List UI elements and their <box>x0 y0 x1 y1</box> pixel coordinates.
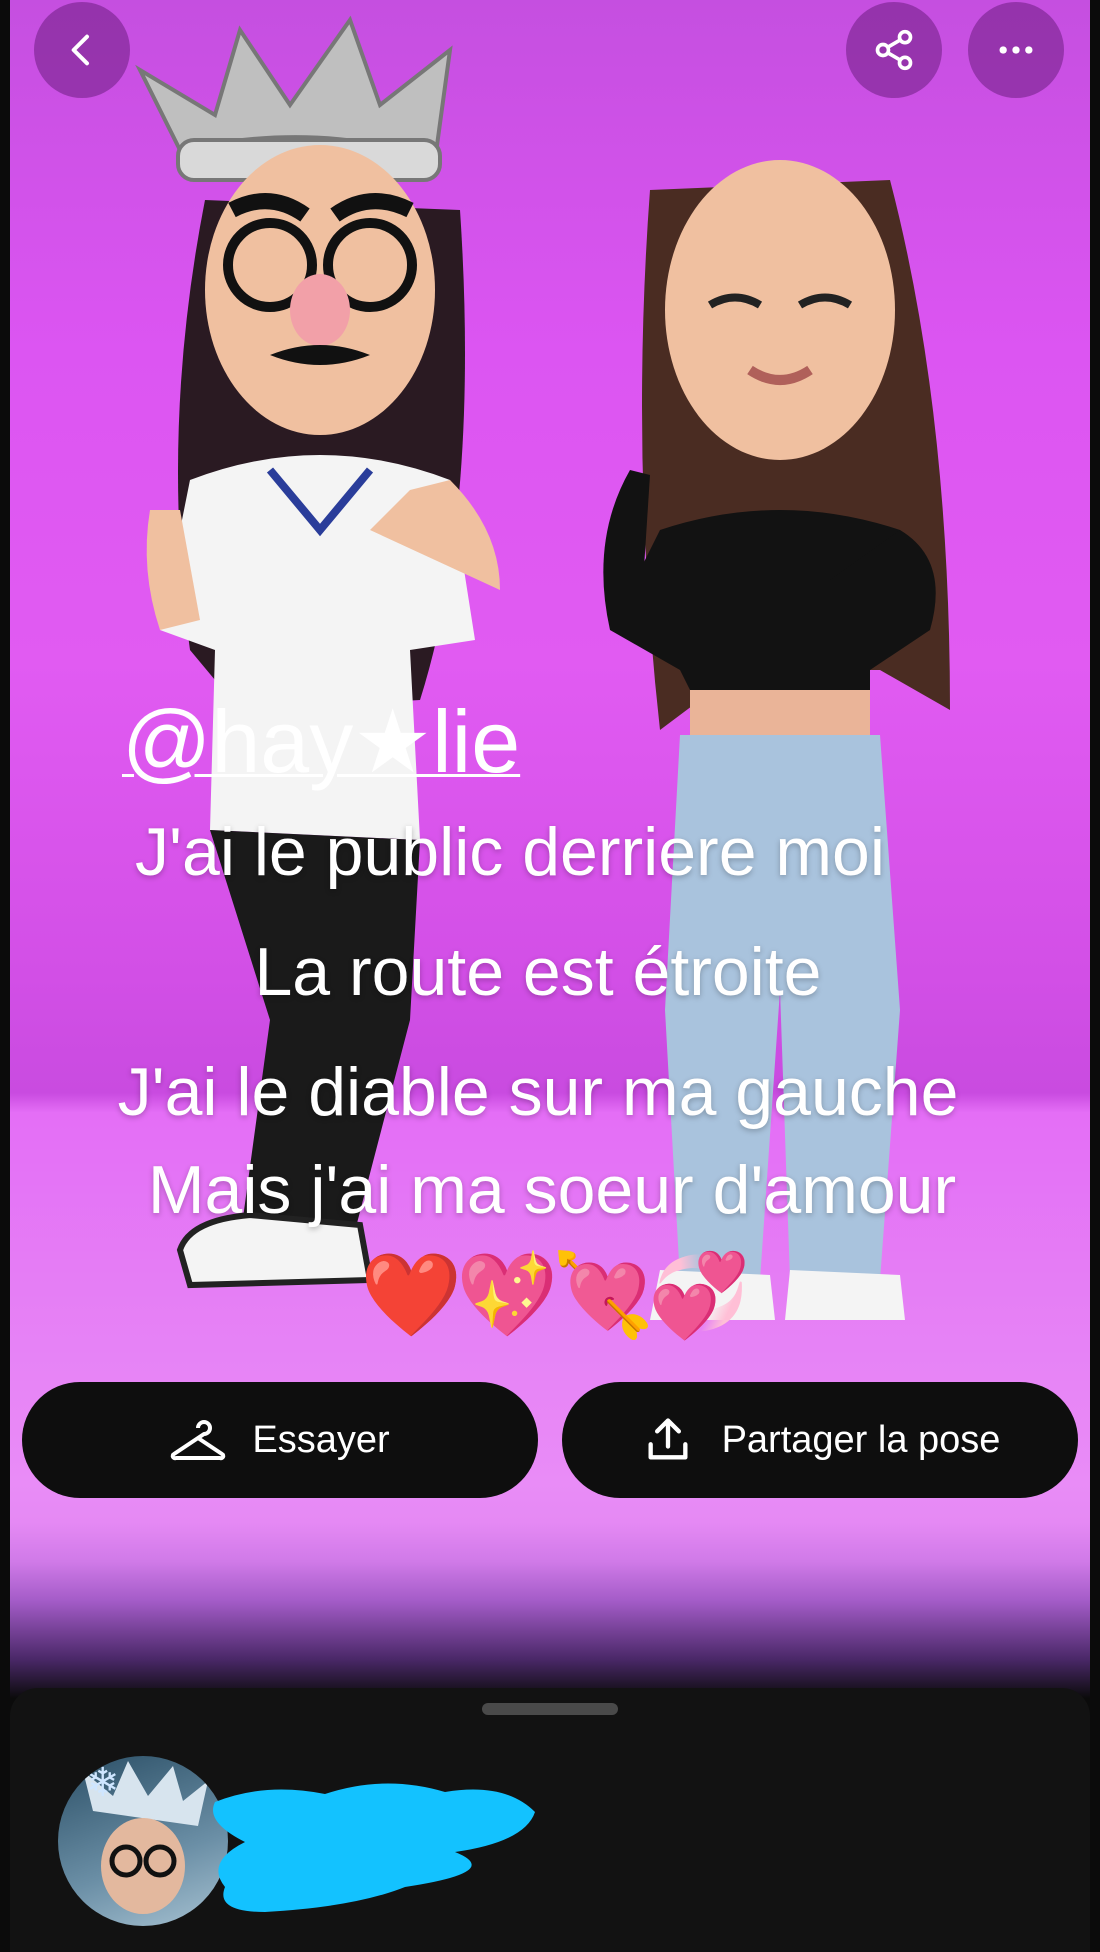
caption-line-3: J'ai le diable sur ma gauche <box>117 1054 959 1130</box>
upload-icon <box>640 1414 696 1466</box>
share-nodes-icon <box>875 29 913 71</box>
share-pose-label: Partager la pose <box>721 1418 1001 1461</box>
back-button[interactable] <box>34 2 130 98</box>
redaction-scribble <box>213 1783 535 1912</box>
sheet-grabber[interactable] <box>482 1703 618 1715</box>
try-on-label: Essayer <box>252 1418 390 1461</box>
share-pose-button[interactable]: Partager la pose <box>562 1382 1078 1498</box>
user-handle[interactable]: @hay★lie <box>122 690 520 793</box>
avatar[interactable]: ❄ <box>58 1756 228 1926</box>
more-dots-icon <box>999 46 1033 54</box>
caption-line-2: La route est étroite <box>254 934 822 1010</box>
heart-emojis: ❤️💖💘💞 <box>360 1248 750 1343</box>
try-on-button[interactable]: Essayer <box>22 1382 538 1498</box>
share-button[interactable] <box>846 2 942 98</box>
chevron-left-icon <box>71 34 89 66</box>
hanger-icon <box>170 1416 226 1464</box>
bottom-sheet[interactable]: ❄ <box>10 1688 1090 1952</box>
svg-text:❄: ❄ <box>86 1760 120 1806</box>
more-button[interactable] <box>968 2 1064 98</box>
caption-line-4: Mais j'ai ma soeur d'amour <box>147 1152 957 1228</box>
avatar-left <box>135 15 500 1289</box>
caption-line-1: J'ai le public derriere moi <box>135 814 885 890</box>
